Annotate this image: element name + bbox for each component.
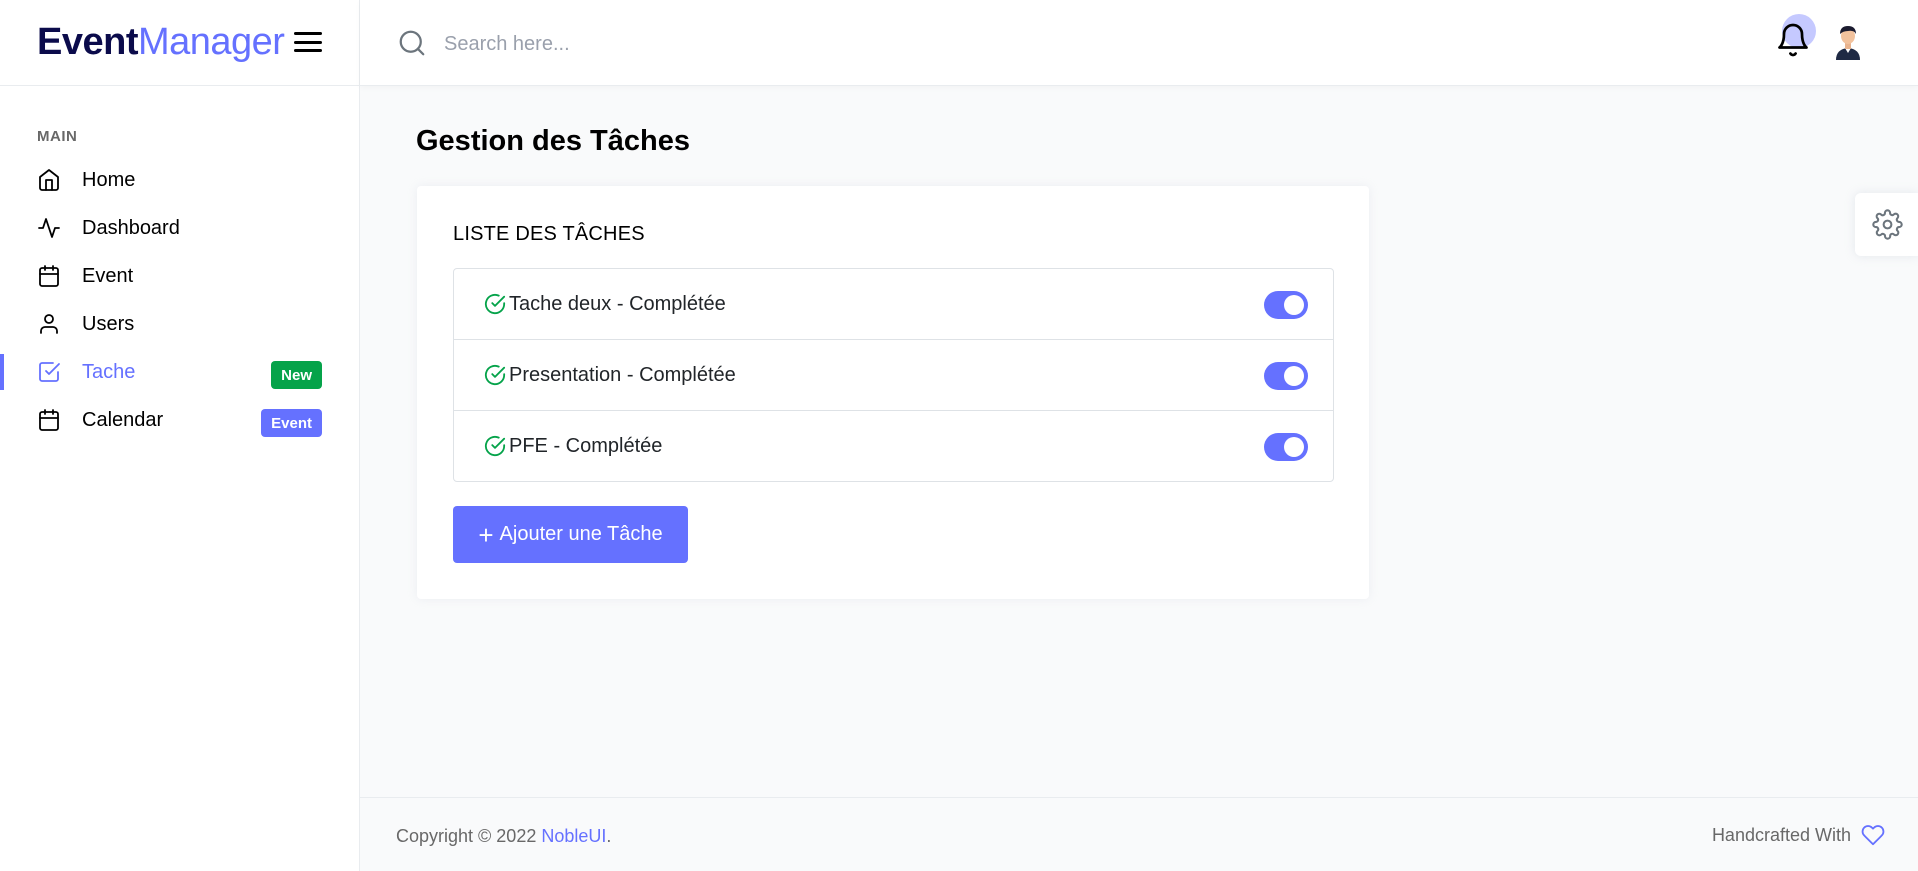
sidebar-item-home[interactable]: Home <box>0 160 359 200</box>
sidebar-item-calendar[interactable]: Calendar Event <box>0 400 359 440</box>
menu-toggle-icon[interactable] <box>293 30 323 54</box>
sidebar-item-label: Dashboard <box>82 216 180 239</box>
nav-category-main: MAIN <box>37 128 78 145</box>
copyright-text: Copyright © 2022 <box>396 826 542 846</box>
badge-new: New <box>271 361 322 389</box>
user-icon <box>40 314 58 334</box>
brand-strong: Event <box>37 21 138 63</box>
settings-tab[interactable] <box>1855 193 1918 256</box>
card-title: LISTE DES TÂCHES <box>453 223 645 245</box>
handcrafted: Handcrafted With <box>1712 823 1885 847</box>
brand-light: Manager <box>137 21 285 63</box>
list-item: Presentation - Complétée <box>454 340 1333 411</box>
task-text: Tache deux - Complétée <box>509 293 726 315</box>
check-square-icon <box>39 362 60 382</box>
add-task-label: Ajouter une Tâche <box>499 523 663 545</box>
copyright-period: . <box>606 826 612 846</box>
brand-logo[interactable]: EventManager <box>37 21 285 64</box>
footer: Copyright © 2022 NobleUI. Handcrafted Wi… <box>360 797 1918 871</box>
task-toggle[interactable] <box>1264 433 1308 461</box>
activity-icon <box>38 218 60 238</box>
search-icon <box>399 30 425 56</box>
sidebar-item-dashboard[interactable]: Dashboard <box>0 208 359 248</box>
sidebar-item-label: Users <box>82 312 135 335</box>
home-icon <box>39 169 59 191</box>
top-navbar <box>360 0 1918 86</box>
list-item: Tache deux - Complétée <box>454 269 1333 340</box>
heart-icon <box>1861 825 1885 846</box>
calendar-icon <box>39 265 59 287</box>
task-card: LISTE DES TÂCHES Tache deux - Complétée … <box>417 186 1369 599</box>
copyright: Copyright © 2022 NobleUI. <box>396 826 611 847</box>
handcrafted-text: Handcrafted With <box>1711 824 1851 845</box>
calendar-icon <box>39 409 59 431</box>
badge-event: Event <box>261 409 322 437</box>
brand: EventManager <box>0 0 359 86</box>
task-list: Tache deux - Complétée Presentation - Co… <box>453 268 1334 482</box>
plus-icon: + <box>478 519 494 550</box>
list-item: PFE - Complétée <box>454 411 1333 481</box>
add-task-button[interactable]: + Ajouter une Tâche <box>453 506 688 563</box>
task-toggle[interactable] <box>1264 362 1308 390</box>
sidebar-item-tache[interactable]: Tache New <box>0 352 359 392</box>
task-text: PFE - Complétée <box>509 435 663 457</box>
nobleui-link[interactable]: NobleUI <box>541 826 606 846</box>
sidebar-item-label: Home <box>82 168 136 191</box>
check-circle-icon <box>484 435 506 457</box>
search-input[interactable] <box>444 24 1044 64</box>
check-circle-icon <box>484 293 506 315</box>
sidebar-item-label: Tache <box>82 360 136 383</box>
sidebar-item-label: Event <box>82 264 134 287</box>
page-title: Gestion des Tâches <box>416 125 690 157</box>
sidebar: EventManager MAIN Home Dashboard Event U… <box>0 0 360 871</box>
task-text: Presentation - Complétée <box>509 364 736 386</box>
check-circle-icon <box>484 364 506 386</box>
sidebar-item-event[interactable]: Event <box>0 256 359 296</box>
avatar[interactable] <box>1832 22 1864 60</box>
sidebar-item-users[interactable]: Users <box>0 304 359 344</box>
task-toggle[interactable] <box>1264 291 1308 319</box>
bell-icon[interactable] <box>1775 22 1811 58</box>
sidebar-item-label: Calendar <box>82 408 164 431</box>
gear-icon <box>1872 209 1903 240</box>
